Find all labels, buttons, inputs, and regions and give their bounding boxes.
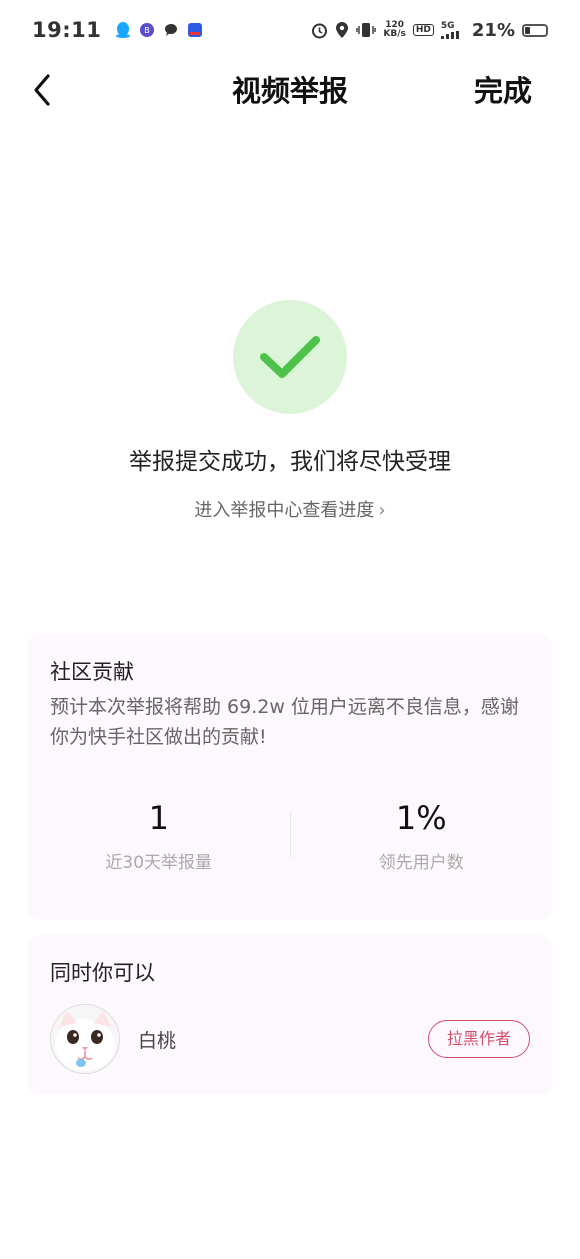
network-speed: 120 KB/s xyxy=(383,21,405,39)
signal-label: 5G xyxy=(440,20,455,31)
stat-leading-users: 1% 领先用户数 xyxy=(291,798,553,878)
stat-value: 1 xyxy=(148,799,169,837)
report-center-link[interactable]: 进入举报中心查看进度 › xyxy=(0,496,580,522)
checkmark-icon xyxy=(260,336,320,378)
vibrate-icon xyxy=(356,23,377,37)
author-name: 白桃 xyxy=(138,1029,177,1052)
stat-report-count: 1 近30天举报量 xyxy=(28,798,290,878)
signal-bars-icon xyxy=(440,30,459,39)
status-bar: 19:11 B 120 KB/s HD 5G 21% xyxy=(0,0,580,60)
alarm-icon xyxy=(312,23,328,38)
battery-percent: 21% xyxy=(471,19,515,41)
nav-bar: 视频举报 完成 xyxy=(0,60,580,118)
block-author-button[interactable]: 拉黑作者 xyxy=(427,1020,530,1058)
community-contribution-card: 社区贡献 预计本次举报将帮助 69.2w 位用户远离不良信息，感谢你为快手社区做… xyxy=(28,634,552,920)
community-title: 社区贡献 xyxy=(50,660,134,684)
hd-badge: HD xyxy=(412,24,434,36)
community-description: 预计本次举报将帮助 69.2w 位用户远离不良信息，感谢你为快手社区做出的贡献! xyxy=(50,696,519,748)
message-icon xyxy=(165,23,178,36)
success-message: 举报提交成功，我们将尽快受理 xyxy=(129,449,451,475)
avatar[interactable] xyxy=(50,1004,120,1074)
stat-label: 领先用户数 xyxy=(378,853,464,873)
success-area: 举报提交成功，我们将尽快受理 进入举报中心查看进度 › xyxy=(0,300,580,522)
done-button[interactable]: 完成 xyxy=(474,68,532,110)
status-time: 19:11 xyxy=(32,18,102,42)
more-actions-card: 同时你可以 白桃 拉黑作者 xyxy=(28,935,552,1095)
chevron-right-icon: › xyxy=(378,500,386,521)
network-speed-unit: KB/s xyxy=(383,29,406,39)
actions-title: 同时你可以 xyxy=(50,961,155,985)
app-notification-icon: B xyxy=(140,23,155,37)
stat-label: 近30天举报量 xyxy=(105,853,213,873)
stats-row: 1 近30天举报量 1% 领先用户数 xyxy=(28,798,552,878)
baidu-icon xyxy=(188,23,203,37)
report-center-link-label: 进入举报中心查看进度 xyxy=(194,500,375,521)
status-indicators: 120 KB/s HD 5G 21% xyxy=(311,20,548,41)
notification-icons: B xyxy=(115,21,203,39)
author-row: 白桃 拉黑作者 xyxy=(50,1004,530,1074)
success-badge xyxy=(233,300,347,414)
cat-avatar-icon xyxy=(51,1005,119,1073)
qq-icon xyxy=(116,22,131,38)
signal-indicator: 5G xyxy=(440,20,461,39)
battery-icon xyxy=(522,23,548,37)
svg-text:B: B xyxy=(145,26,151,35)
location-icon xyxy=(336,22,349,38)
stat-value: 1% xyxy=(395,799,447,837)
